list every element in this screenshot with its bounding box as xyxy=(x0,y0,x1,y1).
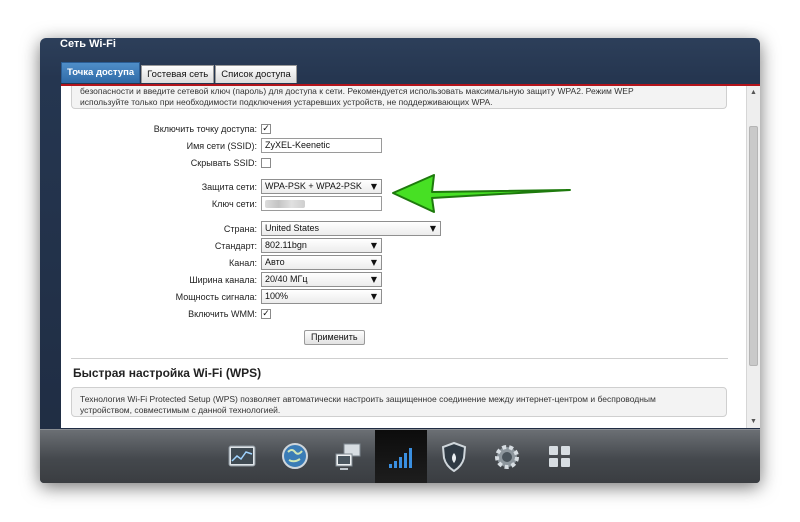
dock-item-home-network[interactable] xyxy=(322,430,374,483)
key-row: Ключ сети: xyxy=(61,196,382,211)
dock-item-monitor[interactable] xyxy=(216,430,268,483)
shield-icon xyxy=(441,441,467,473)
channel-label: Канал: xyxy=(229,257,257,268)
hide-ssid-checkbox[interactable] xyxy=(261,157,271,168)
enable-ap-label: Включить точку доступа: xyxy=(153,123,257,134)
wps-line-1: Технология Wi-Fi Protected Setup (WPS) п… xyxy=(80,394,656,404)
wmm-label: Включить WMM: xyxy=(188,308,257,319)
section-divider xyxy=(71,358,728,359)
dropdown-arrow-icon: ▼ xyxy=(429,224,436,233)
settings-panel[interactable]: безопасности и введите сетевой ключ (пар… xyxy=(61,86,746,428)
network-computers-icon xyxy=(335,443,361,470)
security-select[interactable]: WPA-PSK + WPA2-PSK ▼ xyxy=(261,179,382,194)
channel-width-select-value: 20/40 МГц xyxy=(265,274,308,284)
notice-line-1: безопасности и введите сетевой ключ (пар… xyxy=(80,86,634,96)
dock-item-internet[interactable] xyxy=(269,430,321,483)
channel-select-value: Авто xyxy=(265,257,285,267)
standard-select[interactable]: 802.11bgn ▼ xyxy=(261,238,382,253)
tab-access-point[interactable]: Точка доступа xyxy=(61,62,141,83)
standard-row: Стандарт: 802.11bgn ▼ xyxy=(61,238,382,253)
country-select-value: United States xyxy=(265,223,320,233)
signal-power-select[interactable]: 100% ▼ xyxy=(261,289,382,304)
dropdown-arrow-icon: ▼ xyxy=(370,182,377,191)
dock-item-system[interactable] xyxy=(481,430,533,483)
tab-access-list[interactable]: Список доступа xyxy=(215,65,297,83)
scroll-up-arrow-icon[interactable]: ▲ xyxy=(747,86,760,99)
notice-line-2: используйте только при необходимости под… xyxy=(80,97,493,107)
monitor-chart-icon xyxy=(228,445,256,467)
globe-icon xyxy=(282,443,308,469)
vertical-scrollbar[interactable]: ▲ ▼ xyxy=(746,86,760,428)
signal-power-select-value: 100% xyxy=(265,291,289,301)
standard-label: Стандарт: xyxy=(214,240,257,251)
network-key-input[interactable] xyxy=(261,196,382,211)
country-select[interactable]: United States ▼ xyxy=(261,221,441,236)
security-select-value: WPA-PSK + WPA2-PSK xyxy=(265,181,362,191)
dock-item-apps[interactable] xyxy=(534,430,586,483)
width-row: Ширина канала: 20/40 МГц ▼ xyxy=(61,272,382,287)
scroll-thumb[interactable] xyxy=(749,126,758,366)
tab-bar: Точка доступа Гостевая сеть Список досту… xyxy=(61,62,298,83)
wps-section-title: Быстрая настройка Wi-Fi (WPS) xyxy=(73,366,262,380)
enable-ap-checkbox[interactable]: ✓ xyxy=(261,123,271,134)
wps-description: Технология Wi-Fi Protected Setup (WPS) п… xyxy=(71,387,727,417)
apps-grid-icon xyxy=(549,446,570,467)
bottom-dock xyxy=(40,429,760,483)
power-row: Мощность сигнала: 100% ▼ xyxy=(61,289,382,304)
signal-power-label: Мощность сигнала: xyxy=(175,291,257,302)
ssid-label: Имя сети (SSID): xyxy=(186,140,257,151)
wmm-checkbox[interactable]: ✓ xyxy=(261,308,271,319)
dropdown-arrow-icon: ▼ xyxy=(370,275,377,284)
hide-ssid-label: Скрывать SSID: xyxy=(190,157,257,168)
channel-width-select[interactable]: 20/40 МГц ▼ xyxy=(261,272,382,287)
country-label: Страна: xyxy=(223,223,257,234)
hide-ssid-row: Скрывать SSID: xyxy=(61,155,271,170)
ssid-input[interactable]: ZyXEL-Keenetic xyxy=(261,138,382,153)
router-window: Сеть Wi-Fi Точка доступа Гостевая сеть С… xyxy=(40,38,760,483)
gear-icon xyxy=(495,445,519,469)
enable-ap-row: Включить точку доступа: ✓ xyxy=(61,121,271,136)
dock-item-security[interactable] xyxy=(428,430,480,483)
ssid-row: Имя сети (SSID): ZyXEL-Keenetic xyxy=(61,138,382,153)
window-title: Сеть Wi-Fi xyxy=(60,38,116,50)
wmm-row: Включить WMM: ✓ xyxy=(61,306,271,321)
security-notice: безопасности и введите сетевой ключ (пар… xyxy=(71,86,727,109)
key-label: Ключ сети: xyxy=(211,198,257,209)
channel-width-label: Ширина канала: xyxy=(189,274,257,285)
wifi-signal-bars-icon xyxy=(389,448,412,468)
scroll-down-arrow-icon[interactable]: ▼ xyxy=(747,415,760,428)
channel-select[interactable]: Авто ▼ xyxy=(261,255,382,270)
tab-guest-network[interactable]: Гостевая сеть xyxy=(141,65,215,83)
channel-row: Канал: Авто ▼ xyxy=(61,255,382,270)
security-row: Защита сети: WPA-PSK + WPA2-PSK ▼ xyxy=(61,179,382,194)
apply-button[interactable]: Применить xyxy=(304,330,365,345)
wps-line-2: устройством, совместимым с данной технол… xyxy=(80,405,281,415)
masked-key-blur xyxy=(265,200,305,208)
country-row: Страна: United States ▼ xyxy=(61,221,441,236)
dock-item-wifi[interactable] xyxy=(375,430,427,483)
security-label: Защита сети: xyxy=(201,181,257,192)
standard-select-value: 802.11bgn xyxy=(265,240,307,250)
dropdown-arrow-icon: ▼ xyxy=(370,292,377,301)
dropdown-arrow-icon: ▼ xyxy=(370,258,377,267)
dropdown-arrow-icon: ▼ xyxy=(370,241,377,250)
